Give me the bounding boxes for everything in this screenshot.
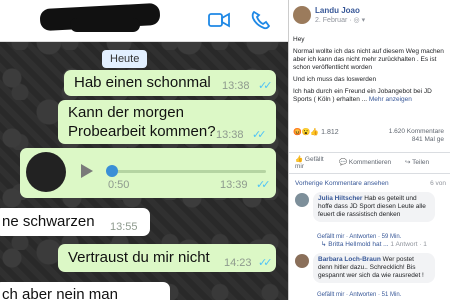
message-time: 13:38 xyxy=(216,129,244,141)
play-icon[interactable] xyxy=(80,163,94,179)
chat-header xyxy=(0,0,288,42)
author-avatar[interactable] xyxy=(293,6,311,24)
message-time: 14:23 xyxy=(224,257,252,269)
post-paragraph: Ich hab durch ein Freund ein Jobangebot … xyxy=(293,88,450,104)
comments-pagination: 6 von xyxy=(430,180,446,187)
share-button[interactable]: ↪ Teilen xyxy=(405,158,429,166)
comment-bubble: Julia Hiltscher Hab es geteilt und hoffe… xyxy=(313,192,435,222)
comment-icon: 💬 xyxy=(339,159,348,166)
message-time: 13:38 xyxy=(222,80,250,92)
post-date-text[interactable]: 2. Februar xyxy=(315,17,347,24)
read-ticks-icon: ✓✓ xyxy=(258,257,273,269)
post-date: 2. Februar · ◎ ▾ xyxy=(315,17,366,24)
voice-duration: 0:50 xyxy=(108,179,130,191)
phone-call-icon[interactable] xyxy=(250,10,272,30)
commenter-avatar[interactable] xyxy=(295,254,309,268)
engagement-counts: 1.620 Kommentare 841 Mal ge xyxy=(389,128,444,144)
message-bubble[interactable]: Kann der morgen Probearbeit kommen? 13:3… xyxy=(58,100,276,144)
like-button[interactable]: 👍 Gefällt mir xyxy=(295,156,329,170)
comment-meta[interactable]: Gefällt mir · Antworten · 51 Min. xyxy=(317,292,401,298)
message-text: ch aber nein man xyxy=(2,286,118,300)
read-ticks-icon: ✓✓ xyxy=(258,80,273,92)
voice-avatar xyxy=(26,152,66,192)
read-ticks-icon: ✓✓ xyxy=(252,129,267,141)
comment-bubble: Barbara Loch-Braun Wer postet denn hitle… xyxy=(313,253,435,283)
action-bar: 👍 Gefällt mir 💬 Kommentieren ↪ Teilen xyxy=(289,152,450,174)
whatsapp-chat: Heute Hab einen schonmal 13:38 ✓✓ Kann d… xyxy=(0,0,288,300)
reply-summary[interactable]: ↳ Britta Hellmold hat ... 1 Antwort · 1 xyxy=(321,240,427,248)
message-bubble[interactable]: ne schwarzen 13:55 xyxy=(0,208,150,236)
post-paragraph: Normal wollte ich das nicht auf diesem W… xyxy=(293,48,444,71)
shares-count[interactable]: 841 Mal ge xyxy=(389,136,444,144)
video-call-icon[interactable] xyxy=(208,10,230,30)
comment-label: Kommentieren xyxy=(348,159,392,166)
reply-count: 1 Antwort · 1 xyxy=(390,241,427,248)
message-bubble[interactable]: Hab einen schonmal 13:38 ✓✓ xyxy=(64,70,276,96)
message-text: ne schwarzen xyxy=(2,213,95,230)
commenter-avatar[interactable] xyxy=(295,193,309,207)
reactions-count: 1.812 xyxy=(321,129,339,136)
author-name[interactable]: Landu Joao xyxy=(315,6,360,15)
share-icon: ↪ xyxy=(405,159,411,166)
date-chip: Heute xyxy=(102,50,148,68)
post-body: Hey Normal wollte ich das nicht auf dies… xyxy=(293,36,450,108)
commenter-name[interactable]: Julia Hiltscher xyxy=(318,195,362,202)
reply-arrow-icon: ↳ xyxy=(321,241,327,248)
message-bubble[interactable]: Vertraust du mir nicht 14:23 ✓✓ xyxy=(58,244,276,272)
voice-progress-track[interactable] xyxy=(108,170,266,173)
read-ticks-icon: ✓✓ xyxy=(256,179,271,191)
voice-message[interactable]: 0:50 13:39 ✓✓ xyxy=(20,148,276,198)
previous-comments-link[interactable]: Vorherige Kommentare ansehen xyxy=(295,180,389,187)
commenter-name[interactable]: Barbara Loch-Braun xyxy=(318,256,381,263)
message-text: Hab einen schonmal xyxy=(74,74,211,91)
share-label: Teilen xyxy=(412,159,430,166)
reply-author: Britta Hellmold hat ... xyxy=(328,241,389,248)
facebook-post: Landu Joao 2. Februar · ◎ ▾ Hey Normal w… xyxy=(288,0,450,300)
message-bubble[interactable]: ch aber nein man xyxy=(0,282,170,300)
voice-progress-handle[interactable] xyxy=(106,165,118,177)
reaction-icons: 😡😮👍 xyxy=(293,129,320,136)
comment-button[interactable]: 💬 Kommentieren xyxy=(339,158,391,166)
globe-icon: ◎ xyxy=(353,17,360,24)
message-time: 13:39 xyxy=(220,179,248,191)
post-paragraph: Und ich muss das loswerden xyxy=(293,76,377,83)
post-paragraph: Hey xyxy=(293,36,305,43)
comments-count[interactable]: 1.620 Kommentare xyxy=(389,128,444,136)
message-text: Vertraust du mir nicht xyxy=(68,249,210,266)
reactions-summary[interactable]: 😡😮👍 1.812 xyxy=(293,128,339,136)
redacted-name-2 xyxy=(70,18,140,32)
see-more-link[interactable]: Mehr anzeigen xyxy=(369,96,412,103)
message-time: 13:55 xyxy=(110,221,138,233)
thumbs-up-icon: 👍 xyxy=(295,156,304,163)
